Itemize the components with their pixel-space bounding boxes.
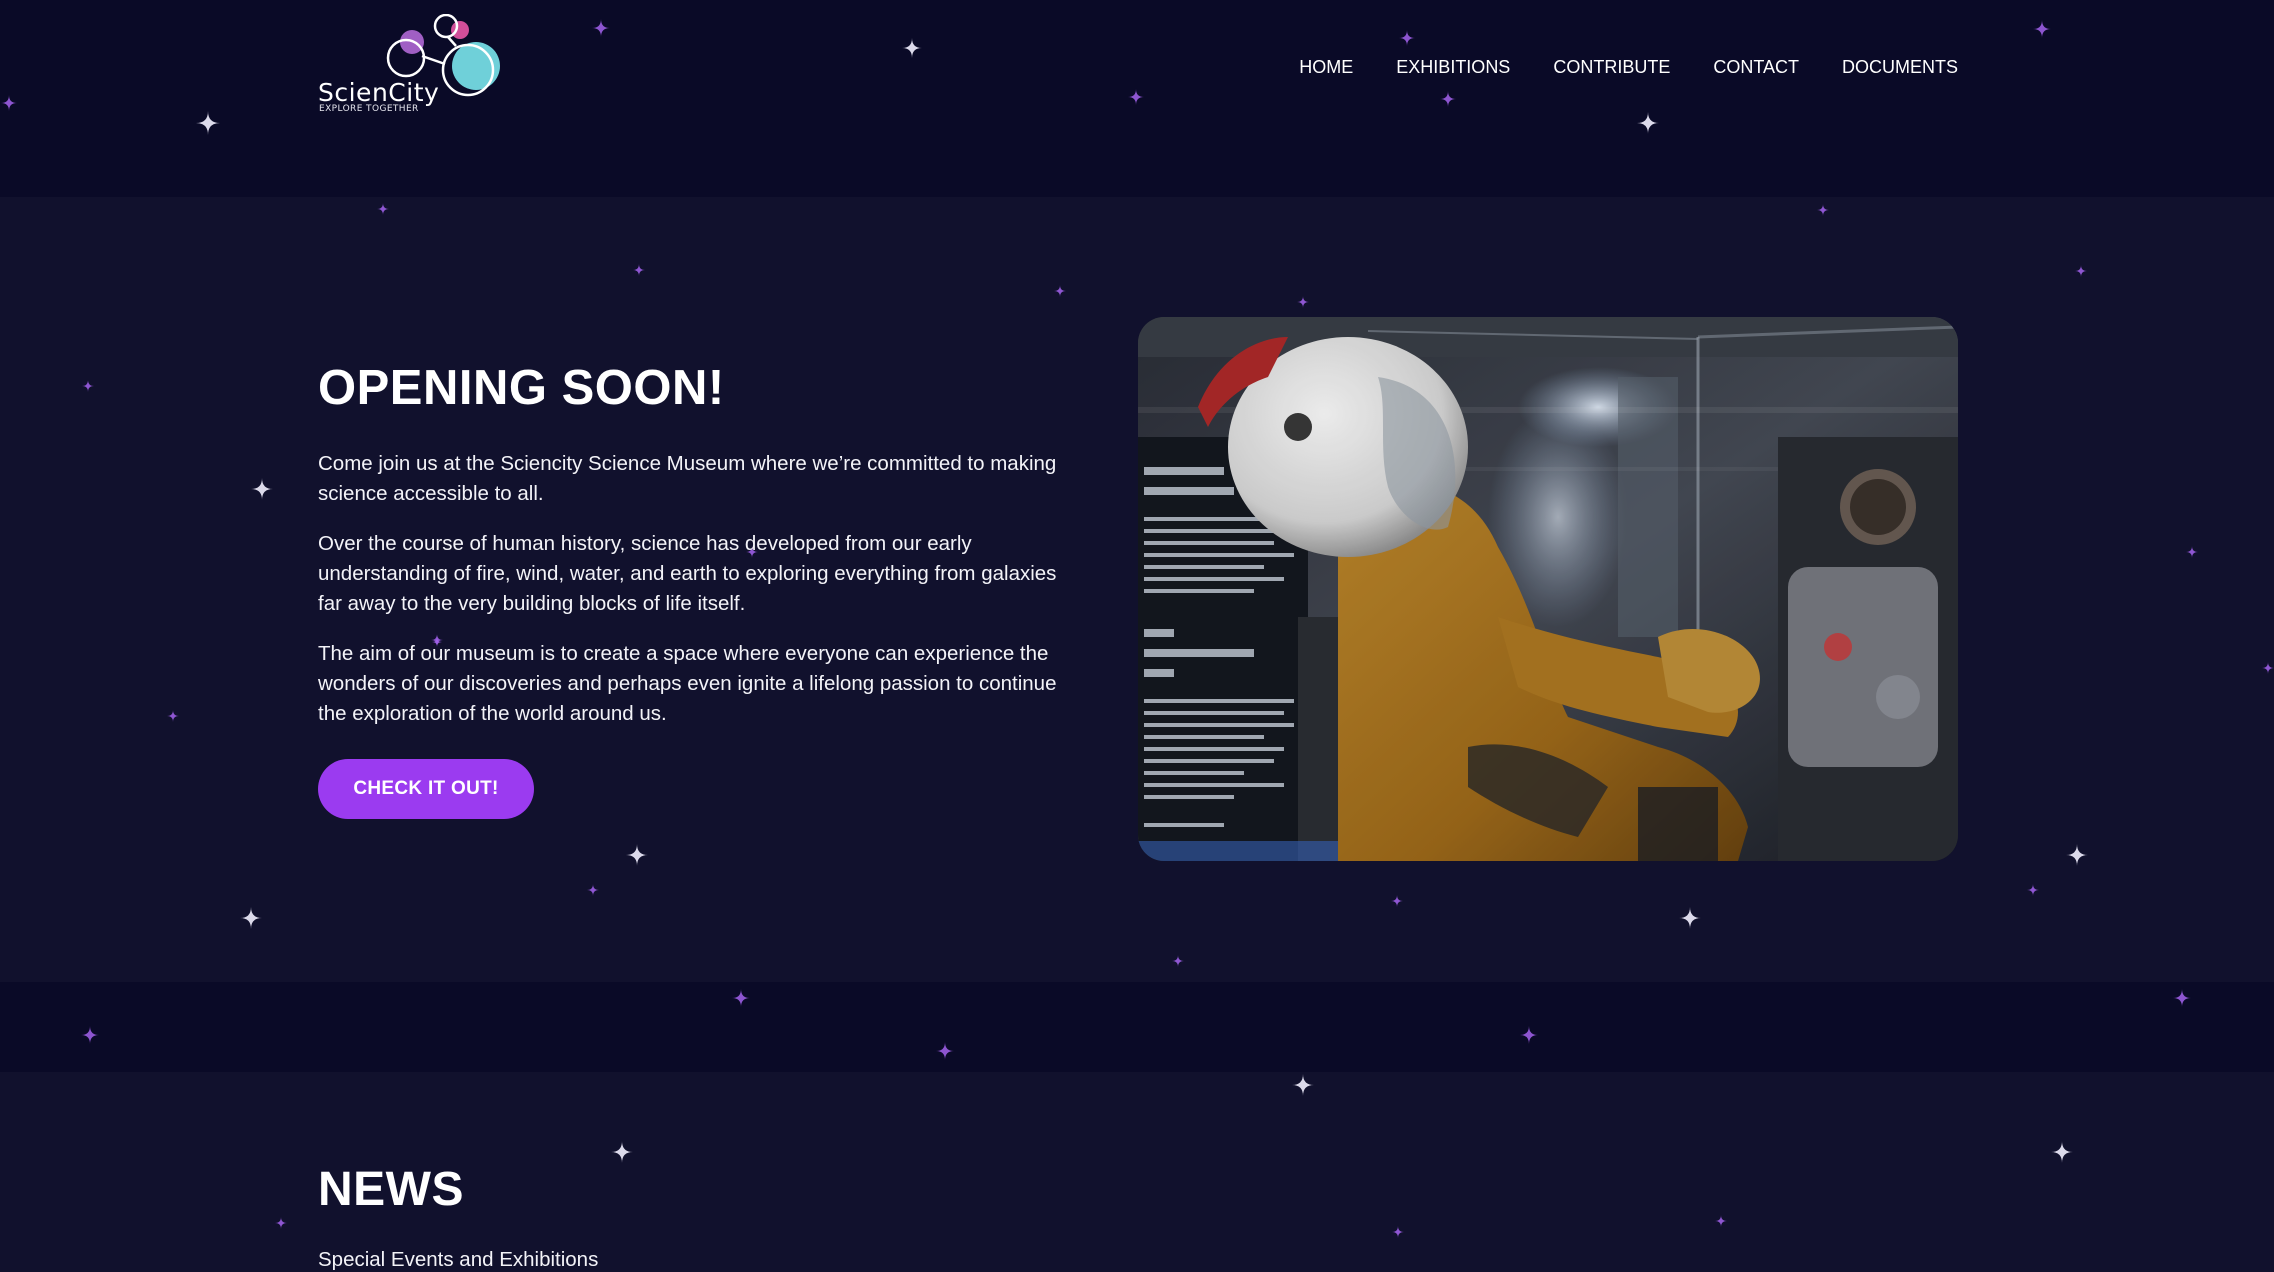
hero-history-paragraph: Over the course of human history, scienc… xyxy=(318,532,1057,615)
logo-wordmark: ScienCity xyxy=(318,78,440,107)
nav-exhibitions-link[interactable]: EXHIBITIONS xyxy=(1396,57,1510,78)
hero-aim-paragraph: The aim of our museum is to create a spa… xyxy=(318,642,1057,725)
sciencity-logo[interactable]: ScienCity EXPLORE TOGETHER xyxy=(318,14,504,120)
news-subtitle: Special Events and Exhibitions xyxy=(318,1248,599,1271)
check-it-out-button[interactable]: CHECK IT OUT! xyxy=(318,759,534,819)
nav-contact-link[interactable]: CONTACT xyxy=(1713,57,1799,78)
news-title: NEWS xyxy=(318,1163,464,1216)
hero-astronaut-photo xyxy=(1138,317,1958,861)
divider-strip xyxy=(0,982,2274,1072)
nav-home-link[interactable]: HOME xyxy=(1299,57,1353,78)
logo-tagline: EXPLORE TOGETHER xyxy=(319,104,419,114)
nav-documents-link[interactable]: DOCUMENTS xyxy=(1842,57,1958,78)
hero-title: OPENING SOON! xyxy=(318,361,725,415)
nav-contribute-link[interactable]: CONTRIBUTE xyxy=(1553,57,1670,78)
main-nav: HOME EXHIBITIONS CONTRIBUTE CONTACT DOCU… xyxy=(1299,54,1958,80)
hero-intro-paragraph: Come join us at the Sciencity Science Mu… xyxy=(318,452,1057,505)
